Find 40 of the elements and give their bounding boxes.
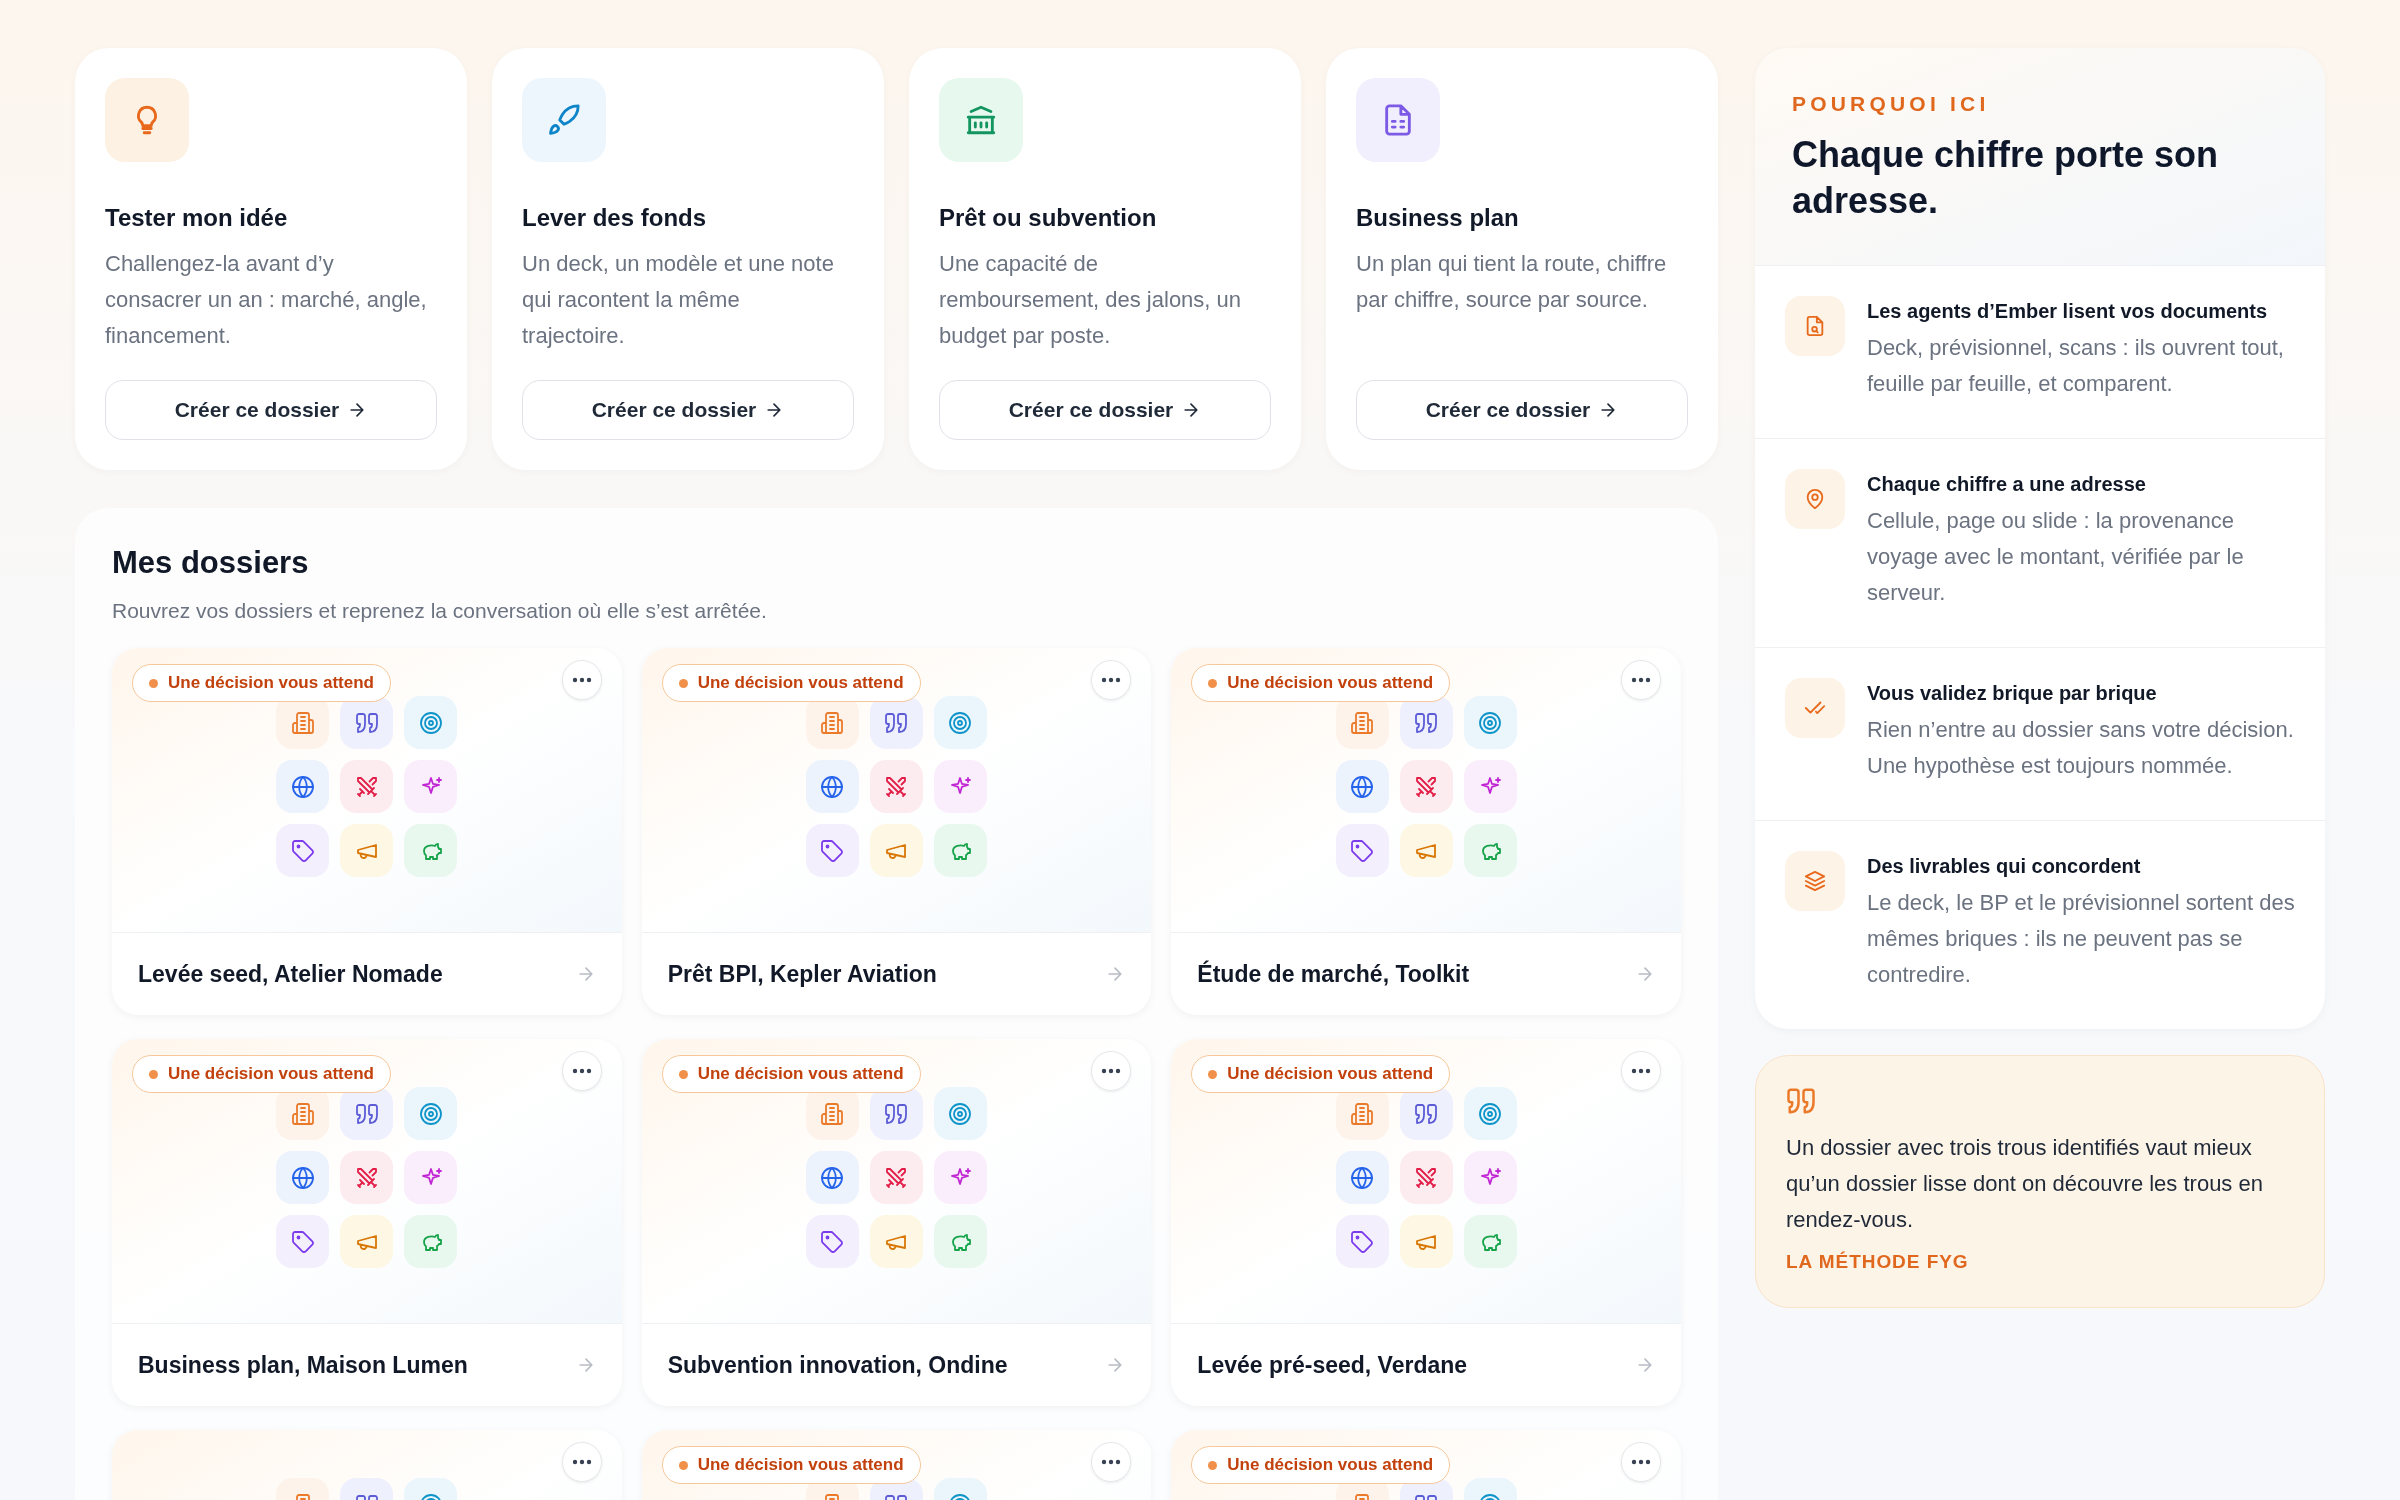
- status-badge: Une décision vous attend: [661, 1055, 921, 1093]
- create-button[interactable]: Créer ce dossier: [522, 380, 854, 440]
- dossier-title[interactable]: Business plan, Maison Lumen: [138, 1347, 468, 1383]
- card-description: Challengez-la avant d’y consacrer un an : marché, angle, financement.: [105, 250, 428, 350]
- status-badge: Une décision vous attend: [1191, 1055, 1451, 1093]
- feature-description: Rien n’entre au dossier sans votre décision. Une hypothèse est toujours nommée.: [1867, 716, 2295, 781]
- card-description: Un plan qui tient la route, chiffre par chiffre, source par source.: [1356, 250, 1668, 314]
- panel-heading: Chaque chiffre porte son adresse.: [1792, 132, 2220, 224]
- quote-source: LA MÉTHODE FYG: [1786, 1250, 1970, 1275]
- feature-title: Chaque chiffre a une adresse: [1867, 472, 2147, 498]
- create-button[interactable]: Créer ce dossier: [105, 380, 437, 440]
- card-title: Business plan: [1356, 203, 1520, 233]
- dossier-title[interactable]: Levée seed, Atelier Nomade: [138, 956, 443, 992]
- dossier-title[interactable]: Étude de marché, Toolkit: [1197, 956, 1470, 992]
- card-title: Lever des fonds: [522, 203, 708, 233]
- feature-title: Des livrables qui concordent: [1867, 854, 2142, 880]
- section-title: Mes dossiers: [112, 544, 310, 582]
- feature-title: Vous validez brique par brique: [1867, 681, 2158, 707]
- card-description: Un deck, un modèle et une note qui racontent la même trajectoire.: [522, 250, 835, 350]
- feature-title: Les agents d’Ember lisent vos documents: [1867, 299, 2269, 325]
- quote-text: Un dossier avec trois trous identifiés vaut mieux qu’un dossier lisse dont on découvre les trous en rendez-vous.: [1786, 1134, 2264, 1235]
- feature-description: Cellule, page ou slide : la provenance voyage avec le montant, vérifiée par le serveur.: [1867, 507, 2245, 608]
- status-badge: Une décision vous attend: [661, 664, 921, 702]
- section-subtitle: Rouvrez vos dossiers et reprenez la conversation où elle s’est arrêtée.: [112, 597, 768, 624]
- dossier-title[interactable]: Prêt BPI, Kepler Aviation: [667, 956, 937, 992]
- create-button[interactable]: Créer ce dossier: [1356, 380, 1688, 440]
- eyebrow-label: POURQUOI ICI: [1792, 91, 1991, 117]
- feature-description: Deck, prévisionnel, scans : ils ouvrent tout, feuille par feuille, et comparent.: [1867, 334, 2285, 399]
- status-badge: Une décision vous attend: [661, 1446, 921, 1484]
- status-badge: Une décision vous attend: [1191, 664, 1451, 702]
- status-badge: Une décision vous attend: [1191, 1446, 1451, 1484]
- dossier-title[interactable]: Levée pré-seed, Verdane: [1197, 1347, 1468, 1383]
- card-title: Prêt ou subvention: [939, 203, 1158, 233]
- status-badge: Une décision vous attend: [132, 1055, 391, 1093]
- create-button[interactable]: Créer ce dossier: [939, 380, 1271, 440]
- status-badge: Une décision vous attend: [132, 664, 391, 702]
- card-description: Une capacité de remboursement, des jalons, un budget par poste.: [939, 250, 1243, 350]
- dossier-title[interactable]: Subvention innovation, Ondine: [667, 1347, 1008, 1383]
- card-title: Tester mon idée: [105, 203, 289, 233]
- feature-description: Le deck, le BP et le prévisionnel sortent des mêmes briques : ils ne peuvent pas se contredire.: [1867, 889, 2296, 990]
